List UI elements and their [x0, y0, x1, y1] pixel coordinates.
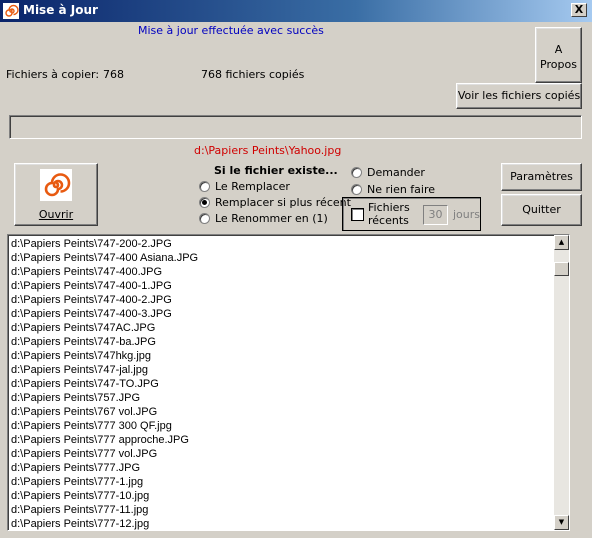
list-item[interactable]: d:\Papiers Peints\747AC.JPG: [11, 321, 556, 335]
recent-days-input[interactable]: 30: [423, 205, 448, 225]
list-item[interactable]: d:\Papiers Peints\777-1.jpg: [11, 475, 556, 489]
recent-files-label-line1: Fichiers: [368, 201, 410, 214]
scroll-up-arrow-icon[interactable]: ▲: [554, 235, 569, 250]
file-list-items: d:\Papiers Peints\747-200-2.JPG d:\Papier…: [11, 237, 556, 530]
list-item[interactable]: d:\Papiers Peints\747-400-2.JPG: [11, 293, 556, 307]
list-item[interactable]: d:\Papiers Peints\777-12.jpg: [11, 517, 556, 530]
list-scrollbar[interactable]: ▲ ▼: [554, 235, 569, 530]
list-item[interactable]: d:\Papiers Peints\747-TO.JPG: [11, 377, 556, 391]
quit-button[interactable]: Quitter: [501, 194, 582, 226]
view-copied-files-button[interactable]: Voir les fichiers copiés: [456, 83, 582, 109]
radio-replace-if-newer-label[interactable]: Remplacer si plus récent: [215, 196, 351, 209]
scroll-down-arrow-icon[interactable]: ▼: [554, 515, 569, 530]
list-item[interactable]: d:\Papiers Peints\777 300 QF.jpg: [11, 419, 556, 433]
recent-files-label-line2: récents: [368, 214, 409, 227]
open-button[interactable]: Ouvrir: [14, 163, 98, 226]
title-bar[interactable]: Mise à Jour X: [0, 0, 592, 22]
list-item[interactable]: d:\Papiers Peints\777-11.jpg: [11, 503, 556, 517]
about-button[interactable]: A Propos: [535, 27, 582, 83]
about-button-line1: A: [554, 43, 563, 56]
radio-rename-label[interactable]: Le Renommer en (1): [215, 212, 328, 225]
radio-replace[interactable]: [199, 181, 210, 192]
radio-replace-label[interactable]: Le Remplacer: [215, 180, 290, 193]
recent-days-label: jours: [453, 208, 481, 221]
app-spiral-icon: [3, 3, 19, 19]
recent-files-checkbox[interactable]: [351, 208, 364, 221]
spiral-icon: [40, 169, 72, 201]
if-file-exists-heading: Si le fichier existe...: [214, 164, 338, 177]
about-button-line2: Propos: [540, 58, 577, 71]
list-item[interactable]: d:\Papiers Peints\747-200-2.JPG: [11, 237, 556, 251]
list-item[interactable]: d:\Papiers Peints\777-10.jpg: [11, 489, 556, 503]
recent-files-group: Fichiers récents 30 jours: [342, 197, 481, 231]
current-file-path: d:\Papiers Peints\Yahoo.jpg: [194, 144, 342, 157]
progress-bar: [9, 115, 582, 139]
list-item[interactable]: d:\Papiers Peints\747-400-1.JPG: [11, 279, 556, 293]
list-item[interactable]: d:\Papiers Peints\777 approche.JPG: [11, 433, 556, 447]
radio-ask-label[interactable]: Demander: [367, 166, 425, 179]
status-message: Mise à jour effectuée avec succès: [138, 24, 324, 37]
list-item[interactable]: d:\Papiers Peints\747-ba.JPG: [11, 335, 556, 349]
radio-rename[interactable]: [199, 213, 210, 224]
close-button[interactable]: X: [571, 3, 587, 17]
parameters-button[interactable]: Paramètres: [501, 163, 582, 191]
radio-do-nothing[interactable]: [351, 184, 362, 195]
radio-replace-if-newer[interactable]: [199, 197, 210, 208]
radio-ask[interactable]: [351, 167, 362, 178]
list-item[interactable]: d:\Papiers Peints\747hkg.jpg: [11, 349, 556, 363]
files-to-copy-label: Fichiers à copier:: [6, 68, 100, 81]
window-title: Mise à Jour: [23, 3, 98, 17]
list-item[interactable]: d:\Papiers Peints\747-jal.jpg: [11, 363, 556, 377]
list-item[interactable]: d:\Papiers Peints\747-400-3.JPG: [11, 307, 556, 321]
files-to-copy-count: 768: [103, 68, 124, 81]
copied-files-list[interactable]: d:\Papiers Peints\747-200-2.JPG d:\Papier…: [7, 234, 570, 531]
radio-do-nothing-label[interactable]: Ne rien faire: [367, 183, 435, 196]
list-item[interactable]: d:\Papiers Peints\757.JPG: [11, 391, 556, 405]
recent-files-label[interactable]: Fichiers récents: [368, 201, 410, 227]
list-item[interactable]: d:\Papiers Peints\767 vol.JPG: [11, 405, 556, 419]
list-item[interactable]: d:\Papiers Peints\747-400 Asiana.JPG: [11, 251, 556, 265]
scroll-thumb[interactable]: [554, 262, 569, 276]
open-button-label: Ouvrir: [38, 208, 74, 221]
files-copied-text: 768 fichiers copiés: [201, 68, 305, 81]
list-item[interactable]: d:\Papiers Peints\747-400.JPG: [11, 265, 556, 279]
list-item[interactable]: d:\Papiers Peints\777 vol.JPG: [11, 447, 556, 461]
list-item[interactable]: d:\Papiers Peints\777.JPG: [11, 461, 556, 475]
